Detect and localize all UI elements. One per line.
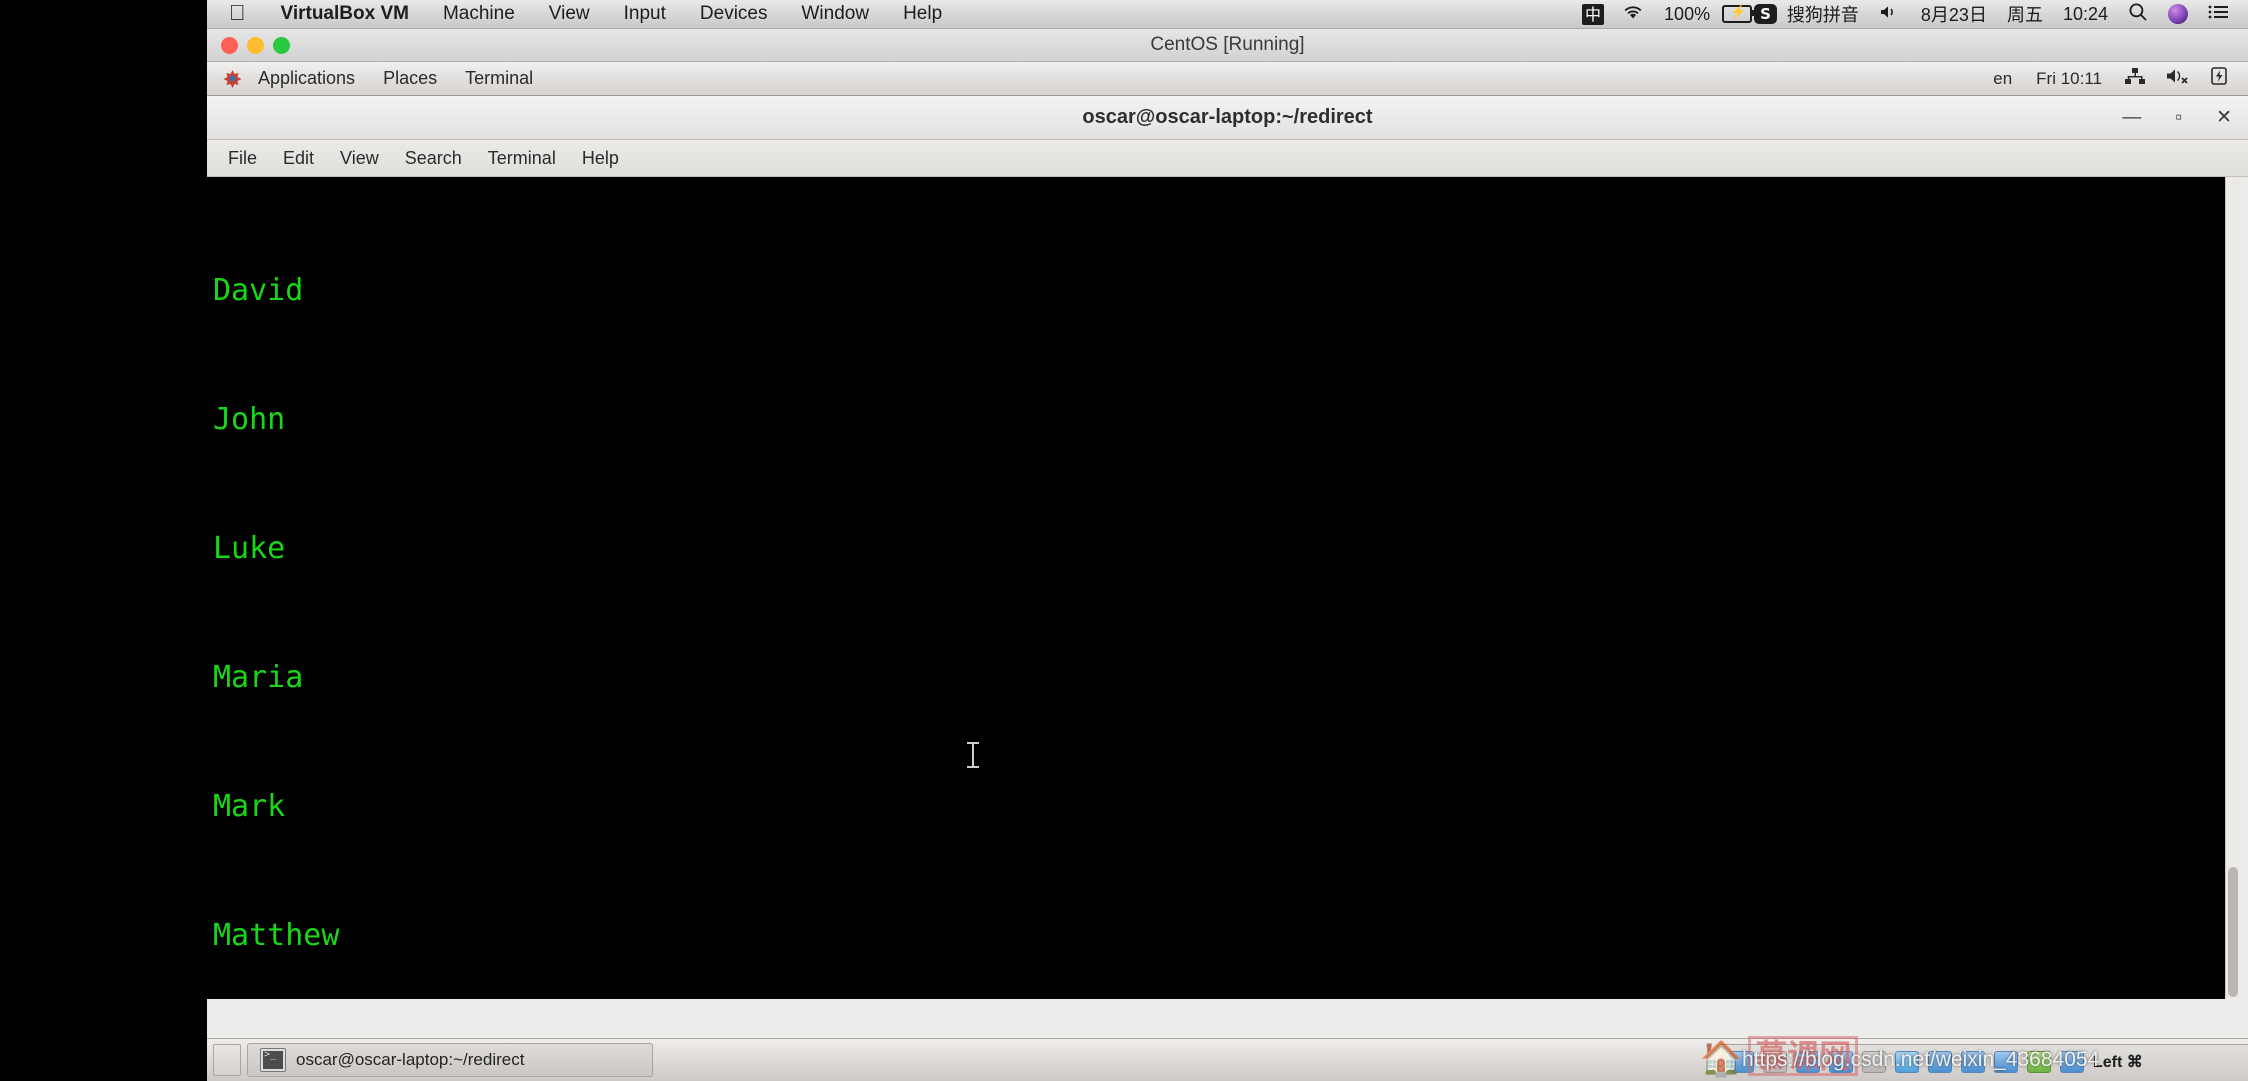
macos-menu-machine[interactable]: Machine — [426, 3, 532, 25]
macos-menu-virtualbox-vm[interactable]: VirtualBox VM — [264, 3, 426, 25]
macos-menubar-left:  VirtualBox VM Machine View Input Devic… — [207, 1, 1574, 27]
terminal-close-button[interactable]: ✕ — [2216, 106, 2232, 129]
show-desktop-icon[interactable] — [213, 1044, 241, 1076]
gnome-clock[interactable]: Fri 10:11 — [2024, 69, 2114, 89]
terminal-line: Mark — [213, 789, 286, 824]
usb-icon[interactable] — [1862, 1050, 1886, 1073]
screen-root:  VirtualBox VM Machine View Input Devic… — [0, 0, 2248, 1081]
volume-muted-icon[interactable] — [2156, 67, 2200, 90]
terminal-scrollbar[interactable] — [2225, 177, 2240, 999]
terminal-menu-help[interactable]: Help — [569, 145, 632, 172]
macos-menu-window[interactable]: Window — [784, 3, 886, 25]
siri-icon[interactable] — [2168, 4, 2188, 24]
terminal-window-title: oscar@oscar-laptop:~/redirect — [1082, 106, 1373, 128]
network-wired-icon[interactable] — [2114, 67, 2156, 90]
virtualbox-statusbar: Left ⌘ — [1720, 1044, 2248, 1078]
macos-menu-view[interactable]: View — [532, 3, 607, 25]
battery-charging-icon[interactable]: ⚡ — [1722, 4, 1756, 23]
terminal-menubar: File Edit View Search Terminal Help — [207, 140, 2248, 177]
terminal-menu-view[interactable]: View — [327, 145, 392, 172]
terminal-menu-terminal[interactable]: Terminal — [475, 145, 569, 172]
battery-percent-label: 100% — [1664, 3, 1711, 24]
shared-folder-icon[interactable] — [1895, 1050, 1919, 1073]
terminal-window: oscar@oscar-laptop:~/redirect — ▫ ✕ File… — [207, 96, 2248, 1038]
terminal-line: Maria — [213, 660, 304, 695]
terminal-line: Matthew — [213, 918, 340, 953]
terminal-maximize-button[interactable]: ▫ — [2175, 107, 2182, 129]
terminal-window-buttons: — ▫ ✕ — [2122, 106, 2232, 129]
terminal-output-area[interactable]: David John Luke Maria Mark Matthew Samue… — [207, 177, 2240, 999]
optical-disk-icon[interactable] — [1763, 1050, 1787, 1073]
gnome-top-panel: Applications Places Terminal en Fri 10:1… — [207, 62, 2248, 96]
gnome-panel-status: en Fri 10:11 — [1981, 66, 2238, 91]
gnome-desktop: oscar@oscar-laptop:~/redirect — ▫ ✕ File… — [207, 96, 2248, 1081]
terminal-icon — [260, 1048, 286, 1072]
hard-disk-icon[interactable] — [1730, 1050, 1754, 1073]
terminal-titlebar[interactable]: oscar@oscar-laptop:~/redirect — ▫ ✕ — [207, 96, 2248, 140]
virtualbox-window-title: CentOS [Running] — [1150, 34, 1305, 55]
macos-menubar:  VirtualBox VM Machine View Input Devic… — [207, 0, 2248, 29]
mouse-integration-icon[interactable] — [2027, 1050, 2051, 1073]
battery-icon[interactable] — [2200, 66, 2238, 91]
terminal-menu-search[interactable]: Search — [392, 145, 475, 172]
sogou-badge-icon[interactable]: S — [1754, 4, 1777, 24]
floppy-icon[interactable] — [1796, 1050, 1820, 1073]
recording-icon[interactable] — [1961, 1050, 1985, 1073]
gnome-menu-places[interactable]: Places — [369, 65, 451, 92]
gnome-menu-applications[interactable]: Applications — [244, 65, 369, 92]
wifi-icon[interactable] — [1612, 4, 1654, 25]
gnome-menu-terminal[interactable]: Terminal — [451, 65, 547, 92]
menubar-time[interactable]: 10:24 — [2053, 4, 2118, 25]
virtualbox-titlebar[interactable]: CentOS [Running] — [207, 29, 2248, 62]
terminal-line: Luke — [213, 531, 286, 566]
terminal-minimize-button[interactable]: — — [2122, 107, 2141, 129]
virtualbox-icon[interactable] — [1994, 1050, 2018, 1073]
host-key-icon[interactable] — [2060, 1050, 2084, 1073]
gnome-panel-menus: Applications Places Terminal — [217, 65, 1981, 92]
taskbar-item-terminal[interactable]: oscar@oscar-laptop:~/redirect — [247, 1043, 653, 1077]
sogou-label[interactable]: 搜狗拼音 — [1777, 1, 1869, 27]
macos-menu-input[interactable]: Input — [607, 3, 683, 25]
terminal-line: David — [213, 273, 304, 308]
ime-indicator-icon[interactable]: 中 — [1582, 3, 1605, 25]
text-cursor-icon — [967, 742, 979, 768]
control-center-list-icon[interactable] — [2198, 4, 2240, 25]
macos-menu-devices[interactable]: Devices — [683, 3, 785, 25]
volume-icon[interactable] — [1869, 4, 1911, 25]
fedora-icon — [223, 69, 242, 88]
macos-menu-help[interactable]: Help — [886, 3, 959, 25]
display-icon[interactable] — [1928, 1050, 1952, 1073]
keyboard-layout-indicator[interactable]: en — [1981, 69, 2024, 89]
terminal-line: John — [213, 402, 286, 437]
menubar-date[interactable]: 8月23日 — [1911, 1, 1997, 27]
search-icon[interactable] — [2118, 2, 2158, 27]
left-black-strip — [0, 0, 207, 1080]
taskbar-item-label: oscar@oscar-laptop:~/redirect — [296, 1050, 525, 1069]
terminal-text: David John Luke Maria Mark Matthew Samue… — [207, 183, 2240, 999]
terminal-menu-edit[interactable]: Edit — [270, 145, 327, 172]
virtualbox-window: CentOS [Running] Applications Places Ter… — [207, 29, 2248, 1081]
network-icon[interactable] — [1829, 1050, 1853, 1073]
terminal-scrollbar-thumb[interactable] — [2228, 867, 2238, 997]
terminal-menu-file[interactable]: File — [215, 145, 270, 172]
host-key-label: Left ⌘ — [2093, 1053, 2143, 1071]
apple-logo-icon[interactable]:  — [207, 1, 264, 27]
menubar-weekday[interactable]: 周五 — [1997, 1, 2053, 27]
macos-menubar-status: 中 100% ⚡ S 搜狗拼音 8月23日 周五 10:24 — [1574, 1, 2240, 27]
